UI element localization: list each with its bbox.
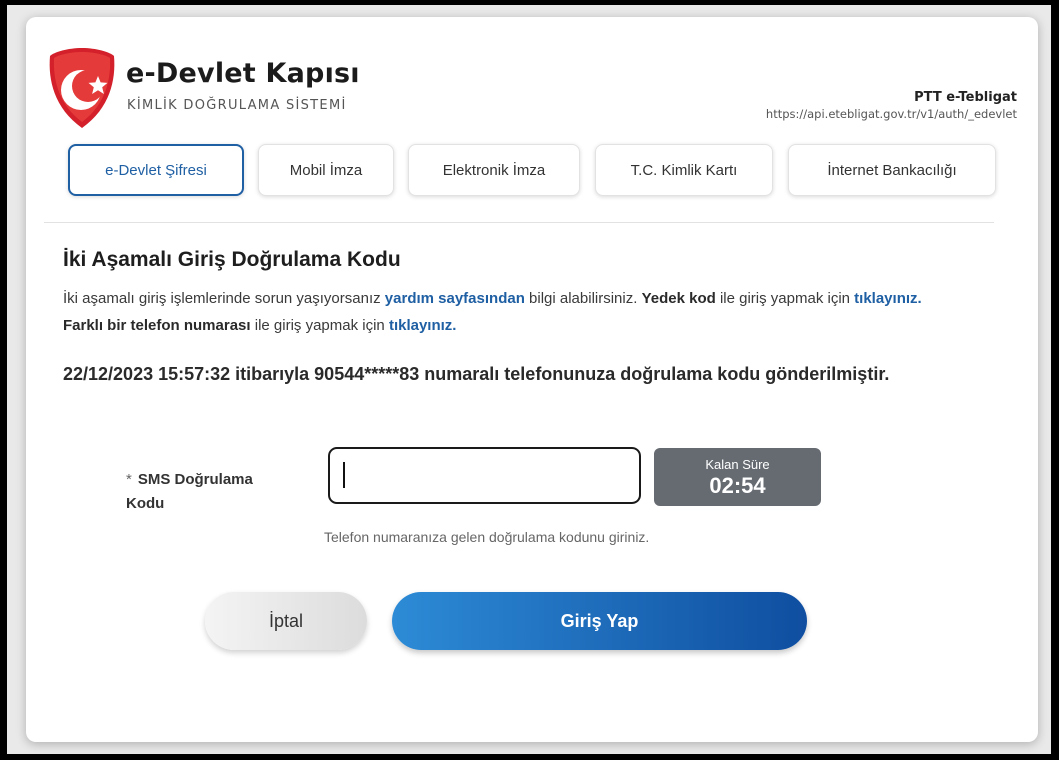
required-mark: * <box>126 471 132 488</box>
cancel-button[interactable]: İptal <box>205 592 367 650</box>
text-cursor <box>343 462 345 488</box>
tabs-divider <box>44 222 994 223</box>
sms-sent-notice: 22/12/2023 15:57:32 itibarıyla 90544****… <box>63 364 890 384</box>
login-button[interactable]: Giriş Yap <box>392 592 807 650</box>
info-text-5: ile giriş yapmak için <box>250 317 389 334</box>
backup-code-text: Yedek kod <box>641 290 716 307</box>
different-phone-link[interactable]: tıklayınız. <box>389 317 457 334</box>
page-heading: İki Aşamalı Giriş Doğrulama Kodu <box>63 248 401 271</box>
sms-code-label-text: SMS Doğrulama Kodu <box>126 471 253 512</box>
tab-elektronik-imza[interactable]: Elektronik İmza <box>408 144 580 196</box>
info-paragraph: İki aşamalı giriş işlemlerinde sorun yaş… <box>63 285 943 339</box>
sms-code-hint: Telefon numaranıza gelen doğrulama kodun… <box>324 529 650 545</box>
service-name: PTT e-Tebligat <box>914 90 1017 105</box>
tab-tc-kimlik-karti[interactable]: T.C. Kimlik Kartı <box>595 144 773 196</box>
info-text-3: ile giriş yapmak için <box>715 290 855 307</box>
different-phone-text: Farklı bir telefon numarası <box>63 317 251 334</box>
crescent-star-shield-icon <box>49 48 115 128</box>
remaining-time-box: Kalan Süre 02:54 <box>654 448 821 506</box>
remaining-time-value: 02:54 <box>709 473 766 498</box>
backup-code-link[interactable]: tıklayınız. <box>854 290 922 307</box>
sms-code-input[interactable] <box>328 447 641 504</box>
brand-subtitle: KİMLİK DOĞRULAMA SİSTEMİ <box>127 98 347 113</box>
service-url: https://api.etebligat.gov.tr/v1/auth/_ed… <box>765 107 1017 121</box>
brand-title: e-Devlet Kapısı <box>126 58 360 89</box>
tab-mobil-imza[interactable]: Mobil İmza <box>258 144 394 196</box>
info-text-2: bilgi alabilirsiniz. <box>524 290 642 307</box>
remaining-time-label: Kalan Süre <box>705 457 770 472</box>
info-text-1: İki aşamalı giriş işlemlerinde sorun yaş… <box>63 290 385 307</box>
tab-internet-bankaciligi[interactable]: İnternet Bankacılığı <box>788 144 996 196</box>
tab-e-devlet-sifresi[interactable]: e-Devlet Şifresi <box>68 144 244 196</box>
help-page-link[interactable]: yardım sayfasından <box>385 290 525 307</box>
sms-code-label: * SMS Doğrulama Kodu <box>126 468 286 516</box>
